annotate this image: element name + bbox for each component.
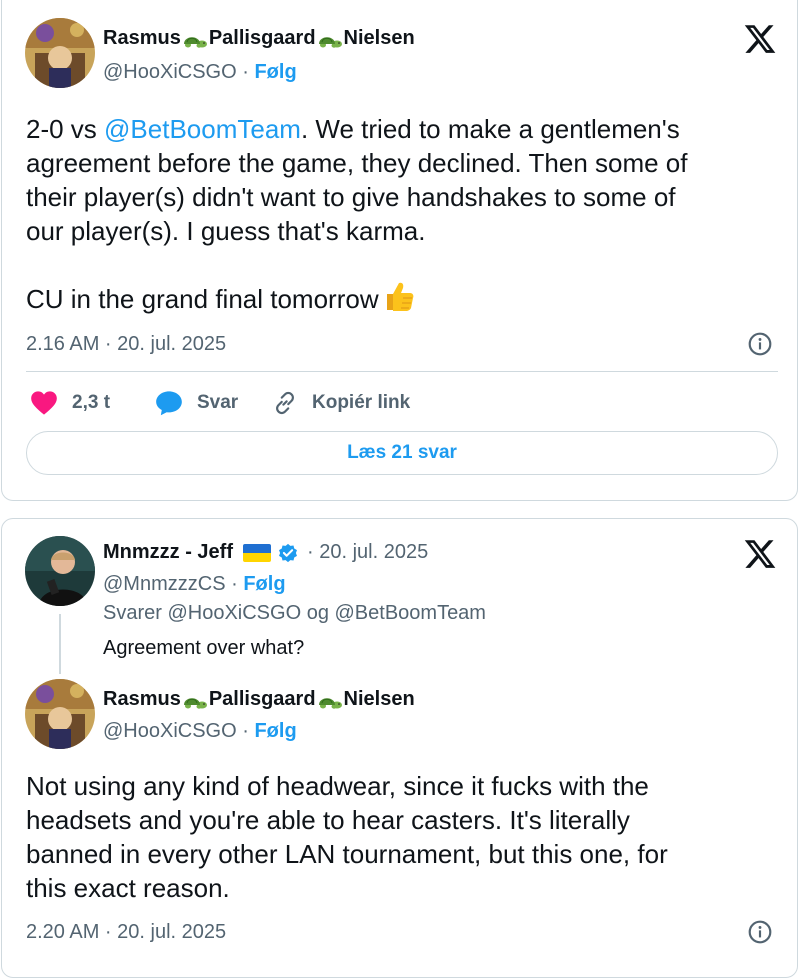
avatar[interactable] <box>25 679 95 749</box>
tweet-card-main: Rasmus Pallisgaard Nielsen @HooXiCSGO · … <box>1 0 798 501</box>
avatar[interactable] <box>25 536 95 606</box>
author-handle-row: @HooXiCSGO · Følg <box>103 720 297 743</box>
x-logo-icon[interactable] <box>743 22 777 56</box>
mention-link[interactable]: @BetBoomTeam <box>104 114 301 144</box>
author-handle[interactable]: @HooXiCSGO <box>103 61 237 83</box>
avatar[interactable] <box>25 18 95 88</box>
separator-dot: · <box>242 61 249 83</box>
separator-dot: · <box>242 720 249 742</box>
tweet-body: 2-0 vs @BetBoomTeam. We tried to make a … <box>26 112 786 316</box>
tweet-text: their player(s) didn't want to give hand… <box>26 182 676 212</box>
follow-button[interactable]: Følg <box>254 720 296 742</box>
x-logo-icon[interactable] <box>743 537 777 571</box>
follow-button[interactable]: Følg <box>254 61 296 83</box>
like-button[interactable]: 2,3 t <box>30 390 110 416</box>
turtle-emoji-icon <box>317 30 343 48</box>
follow-button[interactable]: Følg <box>243 573 285 595</box>
reply-button[interactable]: Svar <box>155 390 238 416</box>
author-handle[interactable]: @HooXiCSGO <box>103 720 237 742</box>
verified-badge-icon <box>279 543 297 562</box>
divider <box>26 371 778 372</box>
tweet-timestamp[interactable]: 2.16 AM · 20. jul. 2025 <box>26 333 226 356</box>
copy-link-button[interactable]: Kopiér link <box>272 390 410 416</box>
author-name-row: Mnmzzz - Jeff · 20. jul. 2025 <box>103 541 428 564</box>
tweet-text: banned in every other LAN tournament, bu… <box>26 839 668 869</box>
author-name-part: Nielsen <box>343 27 415 49</box>
info-icon[interactable] <box>747 331 773 357</box>
like-count: 2,3 t <box>72 392 111 413</box>
tweet-timestamp[interactable]: 2.20 AM · 20. jul. 2025 <box>26 921 226 944</box>
heart-icon <box>31 391 57 415</box>
tweet-text: headsets and you're able to hear casters… <box>26 805 630 835</box>
tweet-text: 2-0 vs <box>26 114 105 144</box>
tweet-text: CU in the grand final tomorrow <box>26 284 379 314</box>
tweet-text: agreement before the game, they declined… <box>26 148 688 178</box>
author-name-part: Pallisgaard <box>208 27 316 49</box>
info-icon[interactable] <box>747 919 773 945</box>
author-handle-row: @HooXiCSGO · Følg <box>103 61 297 84</box>
author-handle[interactable]: @MnmzzzCS <box>103 573 226 595</box>
tweet-text: Not using any kind of headwear, since it… <box>26 771 649 801</box>
author-name-part: Rasmus <box>103 688 181 710</box>
link-icon <box>276 391 294 415</box>
tweet-text: this exact reason. <box>26 873 230 903</box>
separator-dot: · <box>231 573 238 595</box>
turtle-emoji-icon <box>182 30 208 48</box>
author-name-part: Pallisgaard <box>208 688 316 710</box>
tweet-text: our player(s). I guess that's karma. <box>26 216 426 246</box>
author-name-part: Nielsen <box>343 688 415 710</box>
tweet-text: . We tried to make a gentlemen's <box>300 114 680 144</box>
author-handle-row: @MnmzzzCS · Følg <box>103 573 286 596</box>
author-name[interactable]: Rasmus Pallisgaard Nielsen <box>103 688 415 711</box>
author-name-part: Rasmus <box>103 27 181 49</box>
tweet-card-thread: Mnmzzz - Jeff · 20. jul. 2025 @MnmzzzCS … <box>1 518 798 978</box>
reply-text: Agreement over what? <box>103 637 305 659</box>
turtle-emoji-icon <box>182 691 208 709</box>
tweet-date[interactable]: · 20. jul. 2025 <box>307 541 428 564</box>
ukraine-flag-icon <box>243 543 271 562</box>
thumbs-up-emoji-icon <box>386 282 413 311</box>
tweet-body: Not using any kind of headwear, since it… <box>26 769 786 905</box>
speech-bubble-icon <box>156 391 182 416</box>
replying-to[interactable]: Svarer @HooXiCSGO og @BetBoomTeam <box>103 602 486 625</box>
author-name[interactable]: Mnmzzz - Jeff <box>103 541 233 564</box>
copy-link-label: Kopiér link <box>312 392 411 413</box>
turtle-emoji-icon <box>317 691 343 709</box>
read-replies-button[interactable]: Læs 21 svar <box>26 431 778 475</box>
thread-connector <box>59 614 61 674</box>
reply-label: Svar <box>197 392 239 413</box>
author-name[interactable]: Rasmus Pallisgaard Nielsen <box>103 27 415 50</box>
